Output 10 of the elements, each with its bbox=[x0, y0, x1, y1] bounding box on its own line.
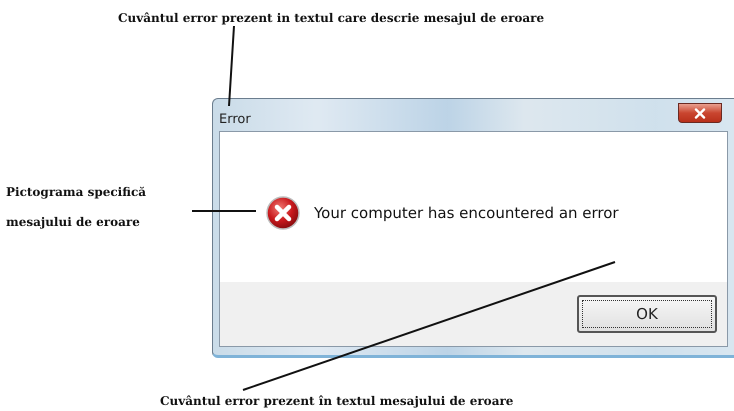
error-icon bbox=[266, 196, 300, 230]
annotation-label: Pictograma specifică mesajului de eroare bbox=[6, 184, 148, 231]
leader-line bbox=[192, 210, 256, 212]
annotation-label: Cuvântul error prezent în textul mesajului de eroare bbox=[160, 394, 514, 408]
ok-button[interactable]: OK bbox=[577, 295, 717, 333]
window-title: Error bbox=[219, 112, 251, 129]
close-button[interactable] bbox=[678, 103, 722, 123]
error-message: Your computer has encountered an error bbox=[314, 204, 619, 222]
close-icon bbox=[694, 108, 706, 118]
annotation-label: Cuvântul error prezent in textul care descrie mesajul de eroare bbox=[118, 11, 544, 25]
